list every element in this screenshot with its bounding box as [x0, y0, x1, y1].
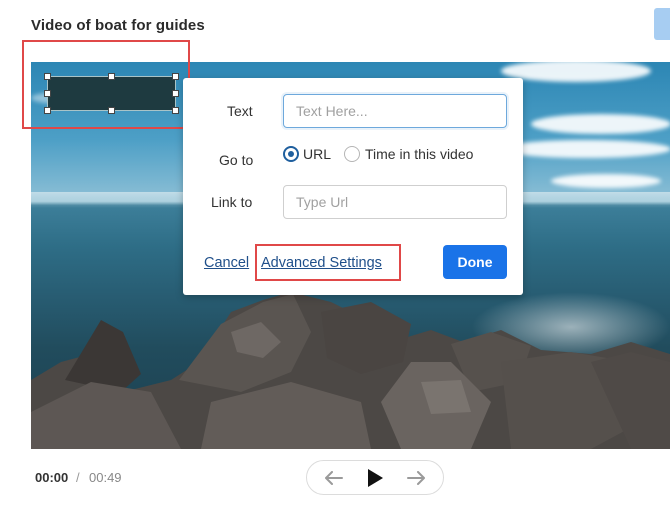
text-label: Text: [227, 103, 253, 119]
arrow-left-icon[interactable]: [321, 465, 347, 491]
done-button[interactable]: Done: [443, 245, 507, 279]
hotspot-text-input[interactable]: [283, 94, 507, 128]
url-input[interactable]: [283, 185, 507, 219]
goto-label: Go to: [219, 152, 254, 168]
radio-url[interactable]: [283, 146, 299, 162]
radio-time-label[interactable]: Time in this video: [365, 146, 473, 162]
playback-controls: [306, 460, 444, 495]
play-icon[interactable]: [362, 465, 388, 491]
arrow-right-icon[interactable]: [403, 465, 429, 491]
highlight-box-advanced: [255, 244, 401, 281]
top-right-button[interactable]: [654, 8, 670, 40]
highlight-box-hotspot: [22, 40, 190, 129]
time-separator: /: [76, 470, 80, 485]
link-label: Link to: [211, 194, 253, 210]
page-title: Video of boat for guides: [31, 17, 205, 34]
cancel-link[interactable]: Cancel: [204, 255, 249, 271]
current-time: 00:00: [35, 470, 69, 485]
duration: 00:49: [89, 470, 122, 485]
radio-url-label[interactable]: URL: [303, 146, 331, 162]
radio-time-in-video[interactable]: [344, 146, 360, 162]
